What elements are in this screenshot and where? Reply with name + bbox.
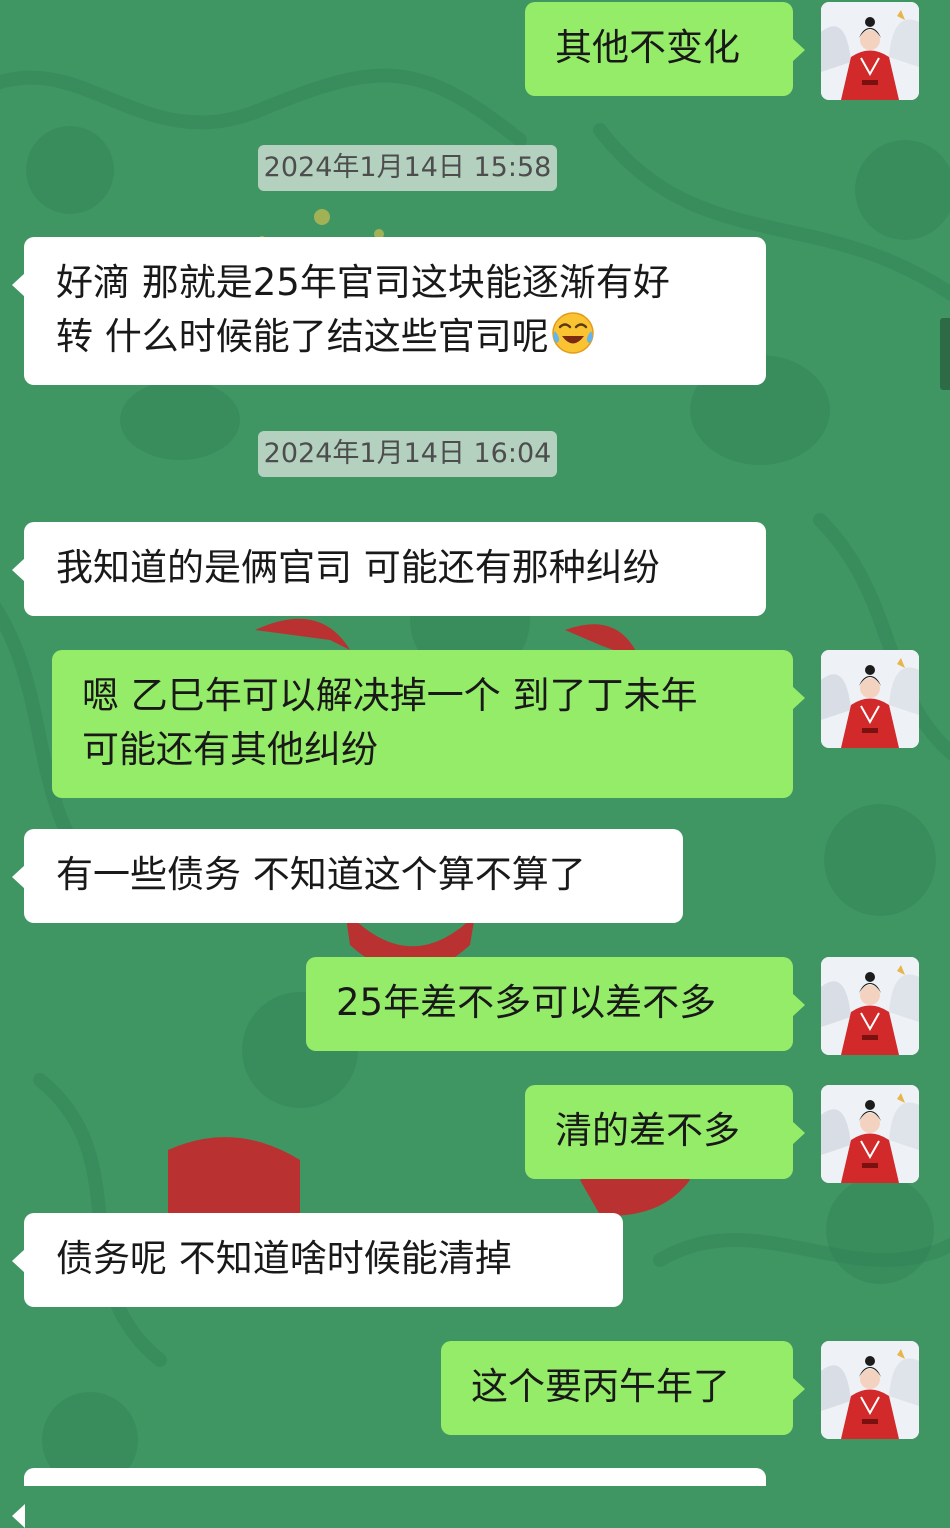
incoming-message-bubble[interactable]: 债务呢 不知道啥时候能清掉 (12, 1213, 623, 1307)
incoming-message-bubble[interactable]: 好滴 那就是25年官司这块能逐渐有好 转 什么时候能了结这些官司呢 (12, 237, 766, 385)
message-line-1: 嗯 乙巳年可以解决掉一个 到了丁未年 (82, 674, 698, 717)
message-text: 其他不变化 (555, 26, 740, 69)
incoming-message-bubble[interactable]: 我知道的是俩官司 可能还有那种纠纷 (12, 522, 766, 616)
message-line-2: 转 什么时候能了结这些官司呢 (56, 315, 549, 358)
timestamp-label: 2024年1月14日 15:58 (258, 145, 557, 191)
message-text: 我知道的是俩官司 可能还有那种纠纷 (56, 546, 660, 589)
avatar-woman-red-hanfu-icon[interactable] (821, 1341, 919, 1439)
outgoing-message-bubble[interactable]: 25年差不多可以差不多 (306, 957, 805, 1051)
avatar-image (821, 2, 919, 100)
outgoing-message-bubble[interactable]: 嗯 乙巳年可以解决掉一个 到了丁未年 可能还有其他纠纷 (52, 650, 805, 798)
crying-laughing-emoji-icon (552, 312, 594, 354)
avatar-image (821, 957, 919, 1055)
avatar-image (821, 1085, 919, 1183)
avatar-woman-red-hanfu-icon[interactable] (821, 2, 919, 100)
incoming-message-bubble[interactable]: 有一些债务 不知道这个算不算了 (12, 829, 683, 923)
chat-message-list: 其他不变化 2024年1月14日 15:58 好滴 那就是25年官司这块能逐渐有… (0, 0, 950, 1528)
message-text: 这个要丙午年了 (471, 1365, 730, 1408)
message-line-1: 好滴 那就是25年官司这块能逐渐有好 (56, 261, 670, 304)
avatar-image (821, 1341, 919, 1439)
message-line-2-wrap: 转 什么时候能了结这些官司呢 (56, 310, 736, 364)
timestamp-label: 2024年1月14日 16:04 (258, 431, 557, 477)
outgoing-message-bubble[interactable]: 其他不变化 (525, 2, 805, 96)
message-text: 债务呢 不知道啥时候能清掉 (56, 1237, 512, 1280)
outgoing-message-bubble[interactable]: 清的差不多 (525, 1085, 805, 1179)
avatar-woman-red-hanfu-icon[interactable] (821, 1085, 919, 1183)
message-text: 25年差不多可以差不多 (336, 981, 717, 1024)
incoming-message-bubble-partial[interactable] (12, 1468, 766, 1528)
avatar-woman-red-hanfu-icon[interactable] (821, 650, 919, 748)
message-line-2: 可能还有其他纠纷 (82, 728, 378, 771)
message-text: 有一些债务 不知道这个算不算了 (56, 853, 586, 896)
outgoing-message-bubble[interactable]: 这个要丙午年了 (441, 1341, 805, 1435)
message-text: 清的差不多 (555, 1109, 740, 1152)
avatar-woman-red-hanfu-icon[interactable] (821, 957, 919, 1055)
avatar-image (821, 650, 919, 748)
